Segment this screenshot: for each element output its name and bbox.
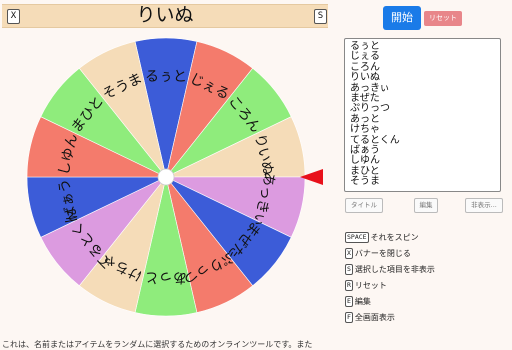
shortcut-row: R リセット: [345, 280, 387, 292]
item-list-textarea[interactable]: るぅと じぇる ころん りいぬ あっきぃ まぜた ぷりっつ あっと けちゃ てるとくん ばぁう しゆん…: [344, 38, 501, 192]
spin-wheel[interactable]: るぅと じぇるころんりいぬあっきぃまぜたぷりっつあっとけちゃてるとくんばぁうしゆん…: [0, 0, 340, 348]
shortcut-row: E 編集: [345, 296, 371, 308]
title-button[interactable]: タイトル: [345, 198, 383, 213]
wheel-segment-label: あっと: [145, 269, 187, 285]
shortcut-key: E: [345, 296, 353, 307]
shortcut-label: バナーを閉じる: [354, 249, 411, 258]
shortcut-label: リセット: [354, 281, 387, 290]
shortcut-row: F 全画面表示: [345, 312, 395, 324]
shortcut-label: 選択した項目を非表示: [354, 265, 435, 274]
shortcut-label: それをスピン: [370, 233, 419, 242]
wheel-hub: [157, 168, 175, 186]
shortcut-row: S 選択した項目を非表示: [345, 264, 435, 276]
shortcut-key: S: [345, 264, 353, 275]
wheel-segment-label: るぅと: [145, 69, 187, 85]
shortcut-row: X バナーを閉じる: [345, 248, 411, 260]
footer-description: これは、名前またはアイテムをランダムに選択するためのオンラインツールです。また: [2, 340, 313, 349]
shortcut-key: X: [345, 248, 353, 259]
item-list-line: そうま: [350, 176, 380, 188]
shortcut-key: SPACE: [345, 232, 369, 243]
edit-button[interactable]: 編集: [414, 198, 438, 213]
reset-button[interactable]: リセット: [424, 11, 462, 26]
start-button[interactable]: 開始: [383, 6, 421, 30]
shortcut-key: F: [345, 312, 353, 323]
shortcut-label: 全画面表示: [354, 313, 395, 322]
shortcut-label: 編集: [354, 297, 371, 306]
shortcut-key: R: [345, 280, 353, 291]
hide-button[interactable]: 非表示...: [465, 198, 503, 213]
shortcut-row: SPACE それをスピン: [345, 232, 419, 244]
